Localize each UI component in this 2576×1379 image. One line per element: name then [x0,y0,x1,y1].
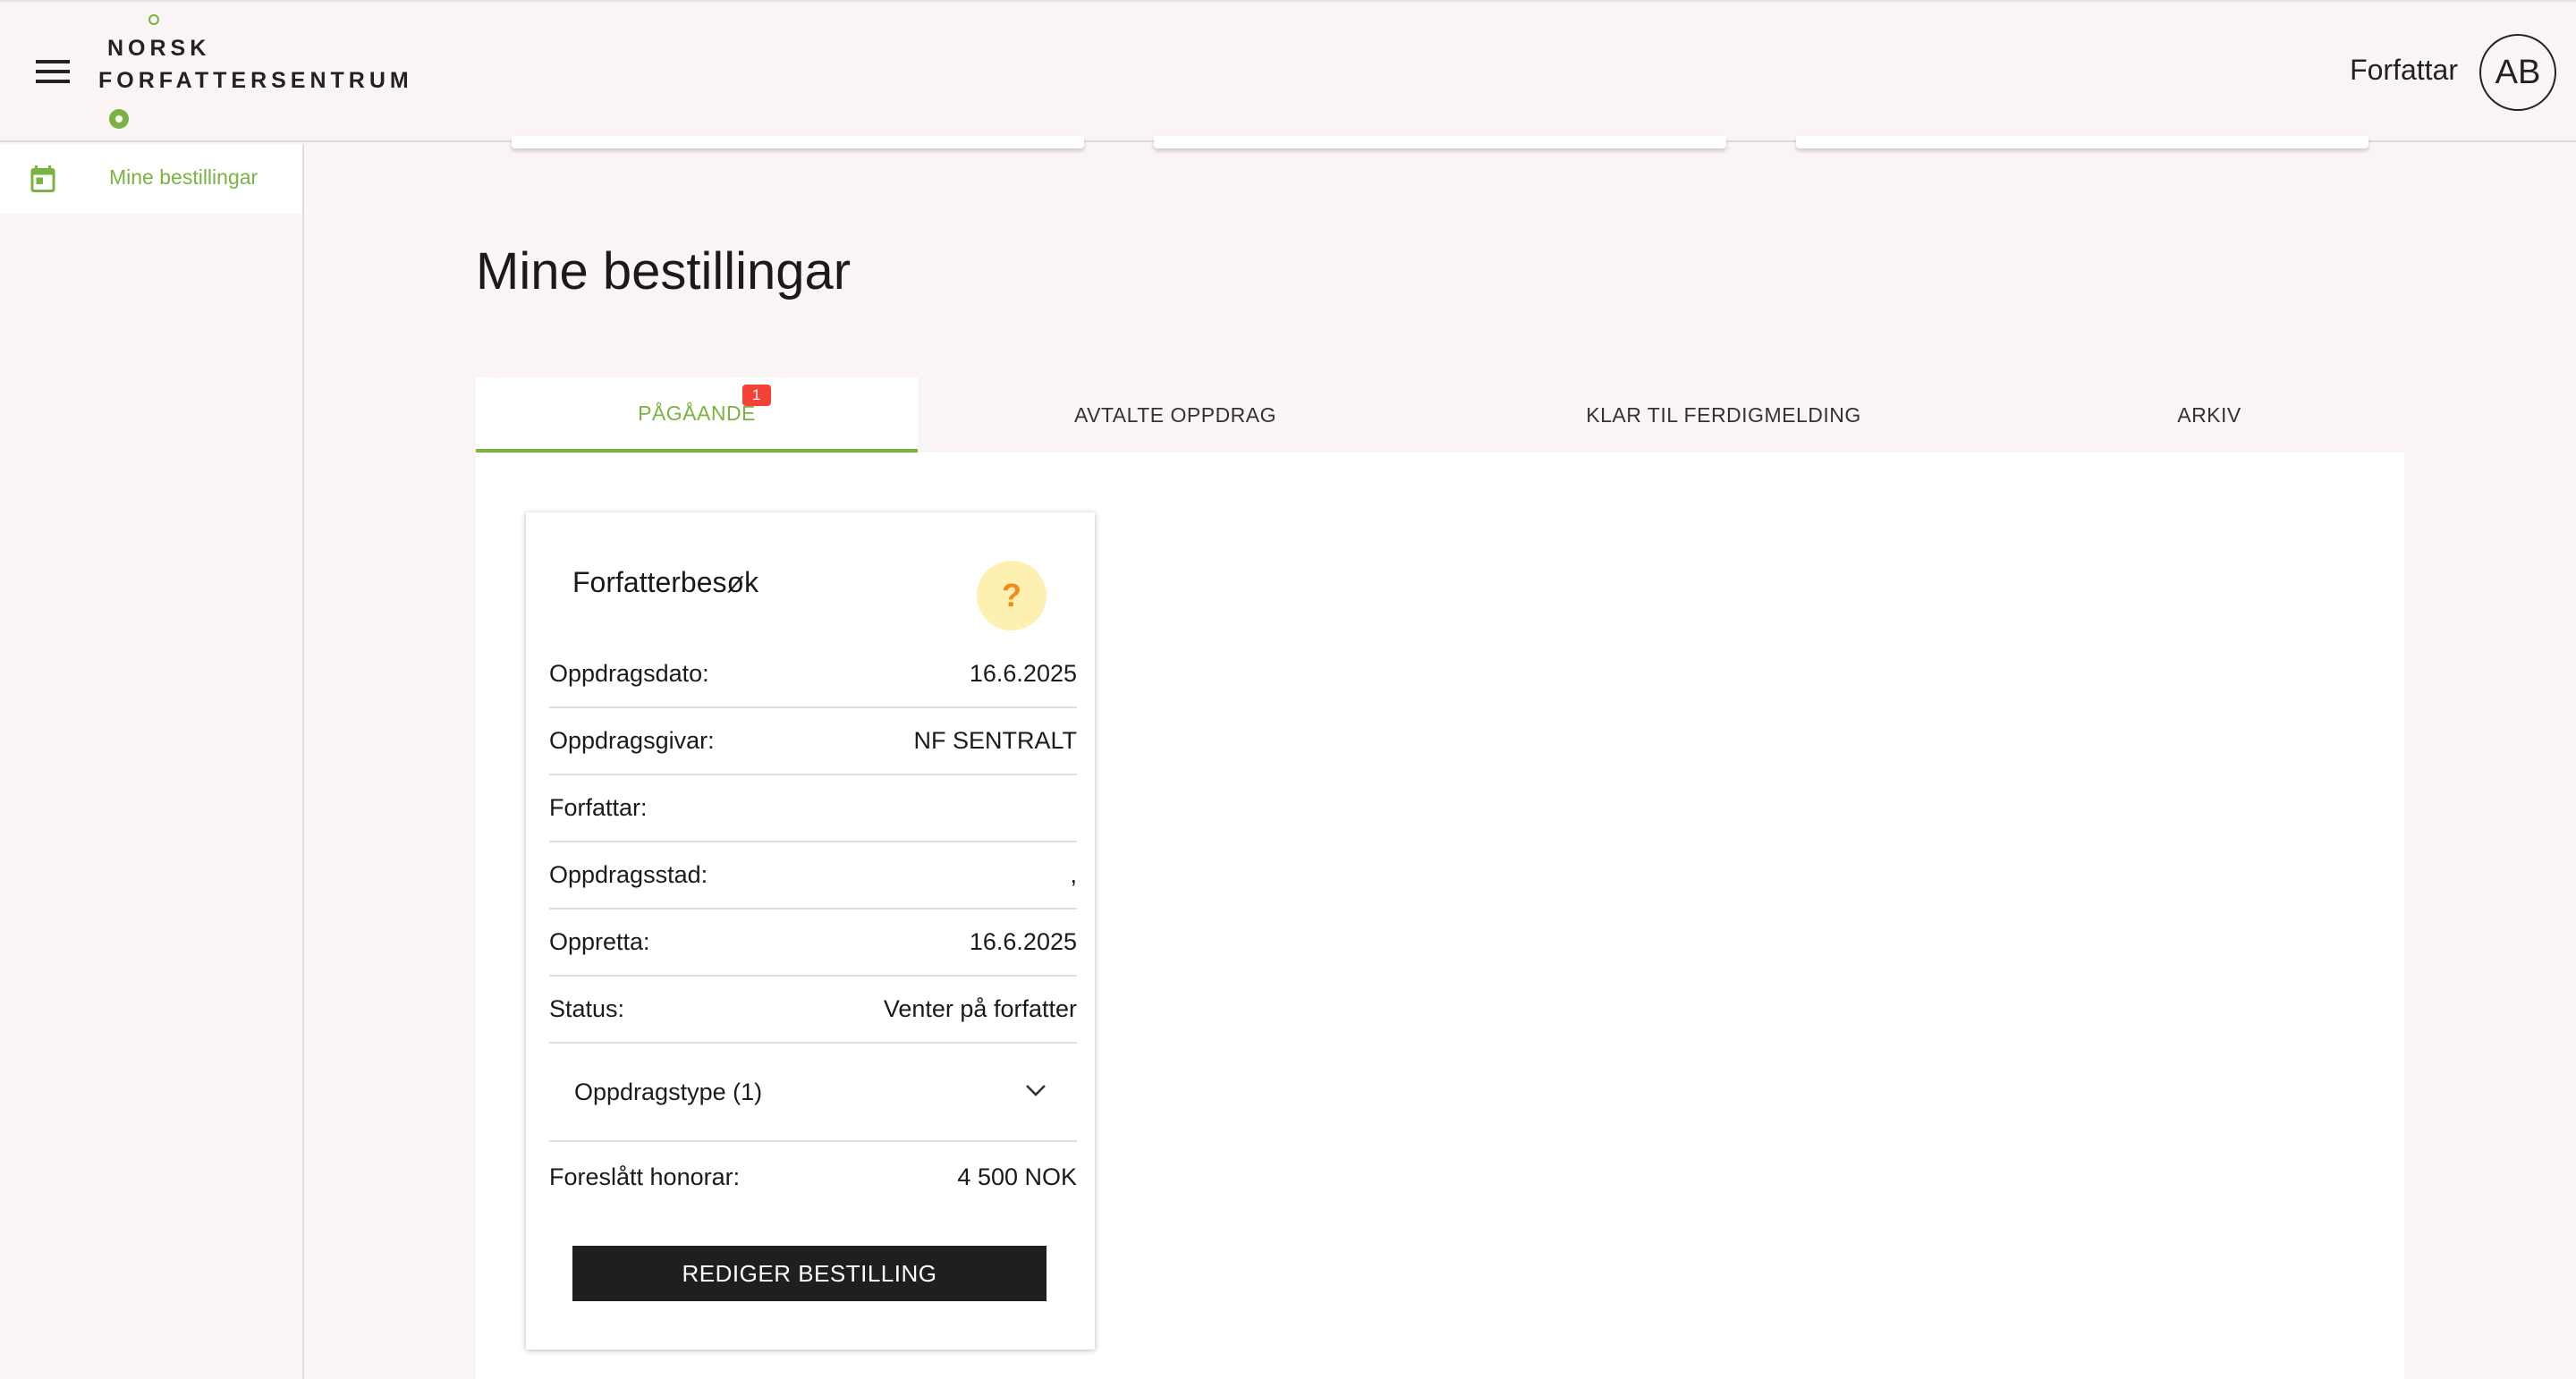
logo[interactable]: NORSK FORFATTERSENTRUM [97,11,409,136]
detail-row-oppdragsdato: Oppdragsdato: 16.6.2025 [549,641,1077,708]
card-title: Forfatterbesøk [572,566,759,598]
card-stub [1796,136,2368,148]
sidebar-item-mine-bestillingar[interactable]: Mine bestillingar [0,144,302,214]
sidebar-item-label: Mine bestillingar [109,165,258,189]
tab-arkiv[interactable]: ARKIV [2014,377,2404,453]
detail-row-forfattar: Forfattar: [549,775,1077,842]
expander-label: Oppdragstype (1) [574,1078,763,1105]
detail-row-status: Status: Venter på forfatter [549,977,1077,1044]
row-value: , [1070,861,1077,888]
logo-line1: NORSK [107,36,211,61]
row-value: 4 500 NOK [957,1163,1077,1190]
chevron-down-icon [1026,1085,1046,1096]
row-label: Forfattar: [549,794,648,821]
row-value: 16.6.2025 [969,660,1077,687]
tab-label: KLAR TIL FERDIGMELDING [1586,402,1861,427]
logo-line2: FORFATTERSENTRUM [98,68,413,93]
user-role-label: Forfattar [2350,54,2458,86]
row-value: Venter på forfatter [883,995,1077,1022]
tab-label: PÅGÅANDE [638,401,756,425]
row-label: Oppretta: [549,928,650,955]
detail-row-oppretta: Oppretta: 16.6.2025 [549,909,1077,977]
hamburger-menu-icon[interactable] [36,57,75,84]
logo-ring-mark [148,14,159,25]
row-label: Oppdragsdato: [549,660,709,687]
row-label: Oppdragsstad: [549,861,708,888]
top-app-bar: NORSK FORFATTERSENTRUM Forfattar AB [0,0,2576,142]
page-title: Mine bestillingar [476,242,852,300]
detail-row-oppdragsgivar: Oppdragsgivar: NF SENTRALT [549,708,1077,775]
card-stub [512,136,1084,148]
tab-bar: PÅGÅANDE 1 AVTALTE OPPDRAG KLAR TIL FERD… [476,377,2404,453]
row-label: Foreslått honorar: [549,1163,741,1190]
order-card: Forfatterbesøk ? Oppdragsdato: 16.6.2025… [526,512,1095,1349]
notification-badge: 1 [742,385,771,406]
tab-label: AVTALTE OPPDRAG [1073,402,1277,427]
card-stub [1154,136,1726,148]
tab-klar-til-ferdigmelding[interactable]: KLAR TIL FERDIGMELDING [1433,377,2014,453]
row-label: Oppdragsgivar: [549,727,715,754]
row-value: NF SENTRALT [913,727,1077,754]
question-mark-icon[interactable]: ? [977,561,1046,630]
detail-row-honorar: Foreslått honorar: 4 500 NOK [549,1144,1077,1211]
logo-dot-mark [109,109,129,129]
sidebar: Mine bestillingar [0,144,304,1379]
row-label: Status: [549,995,625,1022]
avatar[interactable]: AB [2479,34,2556,111]
tab-avtalte-oppdrag[interactable]: AVTALTE OPPDRAG [918,377,1433,453]
edit-order-button[interactable]: REDIGER BESTILLING [572,1246,1046,1301]
calendar-icon [30,165,55,192]
row-value: 16.6.2025 [969,928,1077,955]
oppdragstype-expander[interactable]: Oppdragstype (1) [549,1044,1077,1142]
detail-row-oppdragsstad: Oppdragsstad: , [549,842,1077,909]
tab-label: ARKIV [2177,402,2241,427]
tab-pagaande[interactable]: PÅGÅANDE 1 [476,377,918,453]
